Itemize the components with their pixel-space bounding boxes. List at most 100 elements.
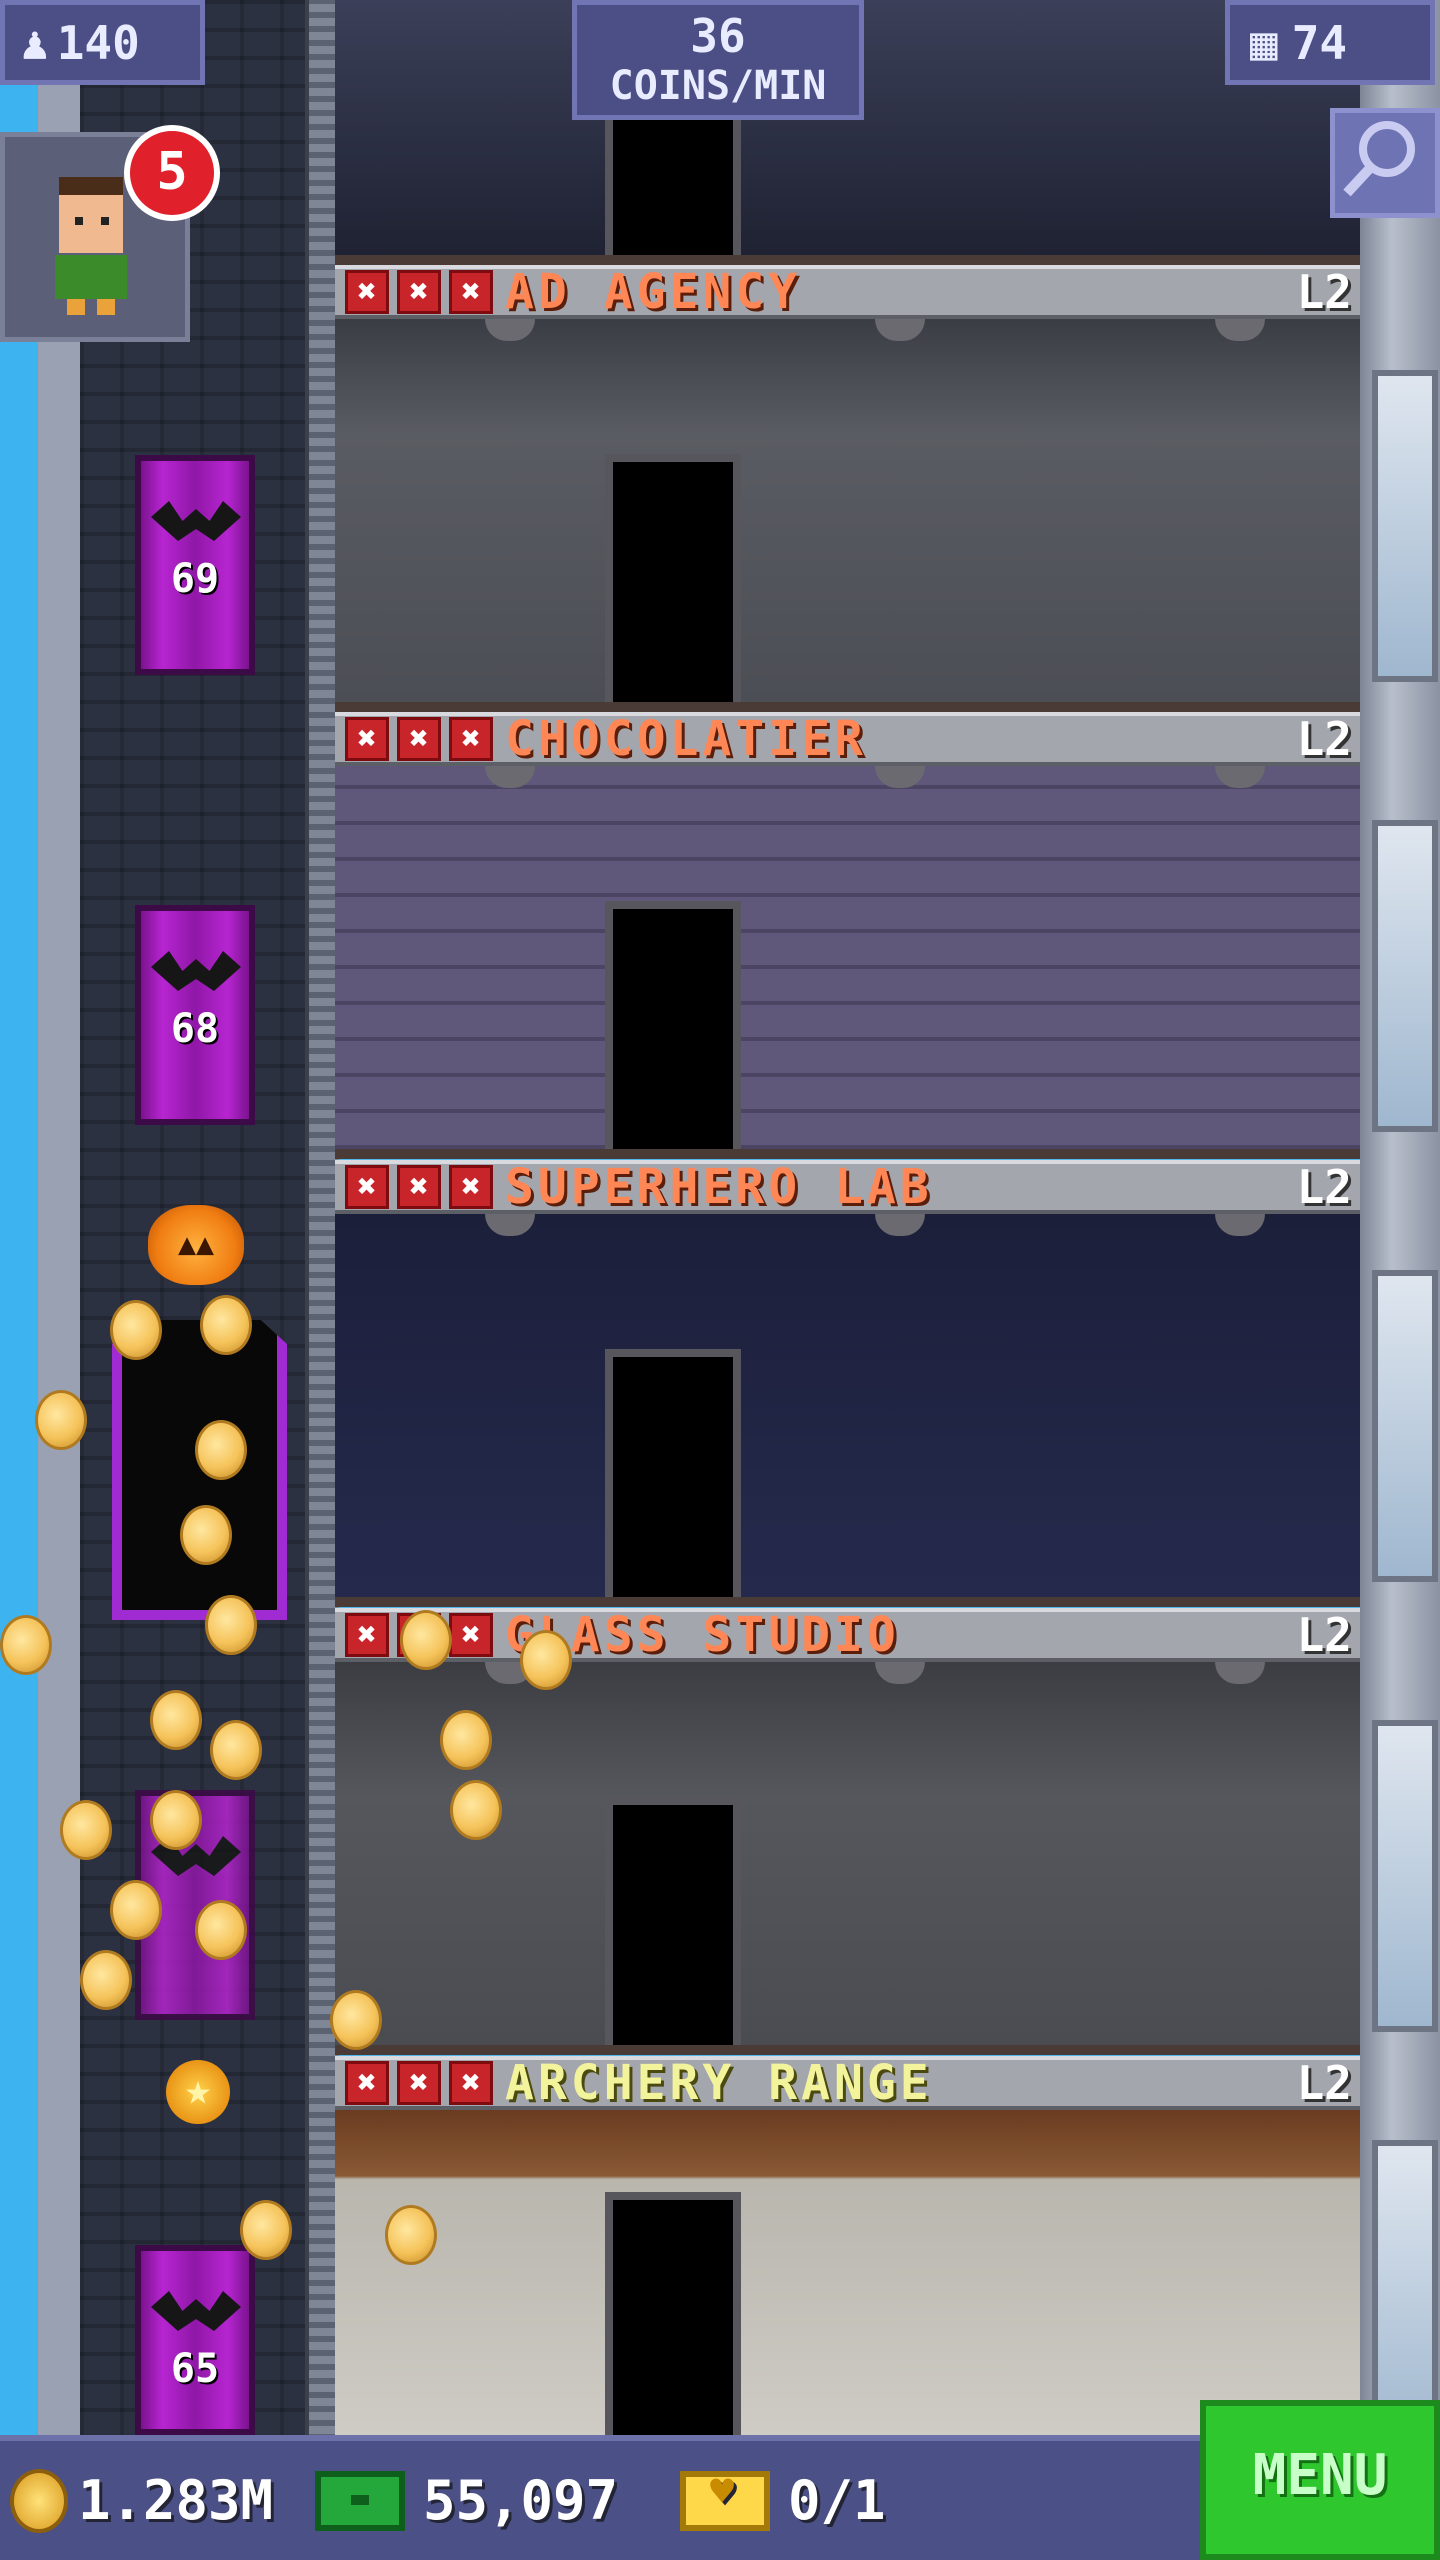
empty-star-icon: ✖: [397, 2061, 441, 2105]
empty-star-icon: ✖: [449, 1165, 493, 1209]
magnifier-icon: [1343, 121, 1415, 197]
coin-icon: [0, 1615, 52, 1675]
elevator-floor-panel[interactable]: 69: [135, 455, 255, 675]
bat-icon: [151, 501, 241, 541]
floor-room[interactable]: [335, 1214, 1360, 1607]
empty-star-icon: ✖: [449, 2061, 493, 2105]
coin-icon: [80, 1950, 132, 2010]
empty-star-icon: ✖: [345, 1165, 389, 1209]
vip-counter-value: 0/1: [788, 2469, 886, 2532]
coin-balance-value: 1.283M: [78, 2469, 274, 2532]
ceiling-lamp: [875, 1214, 925, 1236]
tower-window: [1372, 1270, 1438, 1582]
floor-room[interactable]: [335, 2110, 1360, 2440]
empty-star-icon: ✖: [345, 2061, 389, 2105]
person-icon: ♟: [21, 15, 49, 70]
coin-icon: [205, 1595, 257, 1655]
population-value: 140: [56, 15, 140, 70]
tower-window: [1372, 1720, 1438, 2032]
coin-icon: [110, 1880, 162, 1940]
ceiling-lamp: [485, 1214, 535, 1236]
population-counter[interactable]: ♟ 140: [0, 0, 205, 85]
floor-header: ✖ ✖ ✖ GLASS STUDIO L2: [335, 1607, 1360, 1663]
floor-level: L2: [1296, 2056, 1352, 2110]
coin-icon: [520, 1630, 572, 1690]
ceiling-lamp: [875, 766, 925, 788]
floor-header: ✖ ✖ ✖ ARCHERY RANGE L2: [335, 2055, 1360, 2111]
coin-icon: [195, 1420, 247, 1480]
coin-icon: [150, 1790, 202, 1850]
empty-star-icon: ✖: [397, 270, 441, 314]
bux-balance[interactable]: 55,097: [315, 2441, 618, 2560]
floor-name: SUPERHERO LAB: [505, 1159, 933, 1215]
coin-balance[interactable]: 1.283M: [10, 2441, 273, 2560]
empty-star-icon: ✖: [449, 270, 493, 314]
tower-left-wall: [38, 0, 86, 2460]
ceiling-lamp: [1215, 1214, 1265, 1236]
coin-icon: [110, 1300, 162, 1360]
ceiling-lamp: [1215, 1662, 1265, 1684]
floor-room[interactable]: [335, 1662, 1360, 2055]
floor-room[interactable]: [335, 319, 1360, 712]
floor-count-value: 74: [1291, 15, 1348, 70]
coin-icon: [35, 1390, 87, 1450]
coin-icon: [60, 1800, 112, 1860]
coin-icon: [385, 2205, 437, 2265]
coin-icon: [450, 1780, 502, 1840]
empty-star-icon: ✖: [449, 717, 493, 761]
floor-level: L2: [1296, 712, 1352, 766]
floor-counter[interactable]: ▦ 74: [1225, 0, 1435, 85]
floor-header: ✖ ✖ ✖ SUPERHERO LAB L2: [335, 1159, 1360, 1215]
bat-icon: [151, 951, 241, 991]
empty-star-icon: ✖: [449, 1613, 493, 1657]
room-door: [605, 107, 741, 255]
floor-name: AD AGENCY: [505, 264, 802, 320]
floor-room[interactable]: [335, 766, 1360, 1159]
floor-name: CHOCOLATIER: [505, 711, 867, 767]
bat-icon: [151, 2291, 241, 2331]
room-door: [605, 2192, 741, 2440]
coin-rate-value: 36: [690, 9, 746, 63]
ceiling-lamp: [875, 1662, 925, 1684]
floor-header: ✖ ✖ ✖ AD AGENCY L2: [335, 264, 1360, 320]
empty-star-icon: ✖: [345, 270, 389, 314]
floor-level: L2: [1296, 1160, 1352, 1214]
empty-star-icon: ✖: [397, 717, 441, 761]
tower-right-wall: [1360, 0, 1440, 2440]
elevator-floor-number: 68: [170, 1006, 220, 1052]
ceiling-lamp: [1215, 319, 1265, 341]
ceiling-lamp: [875, 319, 925, 341]
floor-name: ARCHERY RANGE: [505, 2055, 933, 2111]
bux-icon: [315, 2470, 405, 2531]
empty-star-icon: ✖: [345, 717, 389, 761]
coin-icon: [150, 1690, 202, 1750]
elevator-floor-number: 69: [170, 556, 220, 602]
ceiling-lamp: [1215, 766, 1265, 788]
ceiling-lamp: [485, 766, 535, 788]
elevator-rail: [305, 0, 339, 2440]
coin-icon: [440, 1710, 492, 1770]
tower-window: [1372, 370, 1438, 682]
room-door: [605, 1797, 741, 2045]
vip-ticket-icon: [680, 2469, 770, 2531]
search-button[interactable]: [1330, 108, 1440, 218]
pumpkin-icon: ▲▲: [148, 1205, 244, 1285]
coin-icon: [400, 1610, 452, 1670]
coin-icon: [200, 1295, 252, 1355]
coin-rate-unit: COINS/MIN: [609, 63, 827, 109]
tower-window: [1372, 820, 1438, 1132]
bux-balance-value: 55,097: [423, 2469, 619, 2532]
star-token-icon[interactable]: ★: [166, 2060, 230, 2124]
vip-counter[interactable]: 0/1: [680, 2441, 886, 2560]
elevator-car[interactable]: [112, 1320, 287, 1620]
room-door: [605, 454, 741, 702]
floor-level: L2: [1296, 1608, 1352, 1662]
floor-level: L2: [1296, 265, 1352, 319]
building-icon: ▦: [1250, 15, 1278, 70]
coin-icon: [210, 1720, 262, 1780]
menu-button[interactable]: MENU: [1200, 2400, 1440, 2560]
elevator-floor-panel[interactable]: 68: [135, 905, 255, 1125]
coin-rate-display: 36 COINS/MIN: [572, 0, 864, 120]
elevator-floor-panel[interactable]: 65: [135, 2245, 255, 2435]
coin-icon: [240, 2200, 292, 2260]
